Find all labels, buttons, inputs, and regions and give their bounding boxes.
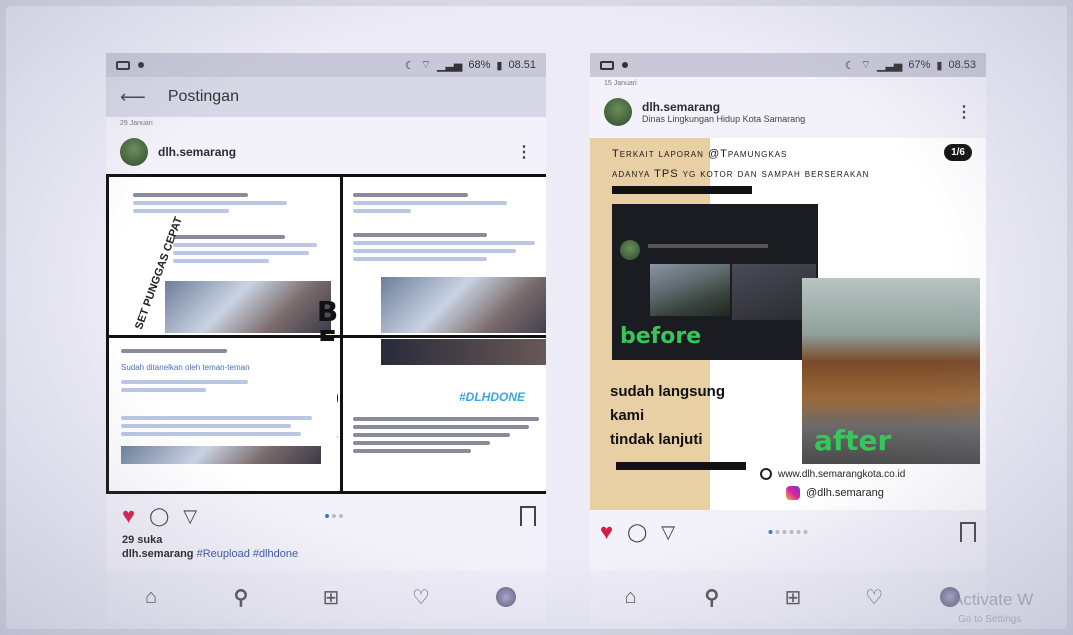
black-bar: [616, 462, 746, 470]
post-username[interactable]: dlh.semarang: [642, 100, 805, 114]
wifi-icon: ⌔: [420, 59, 431, 71]
tweet-card: [349, 185, 546, 229]
post-username[interactable]: dlh.semarang: [158, 145, 236, 159]
status-time: 08.53: [948, 59, 976, 71]
battery-icon: ▮: [936, 59, 943, 72]
tweet-card: Sudah ditanelkan oleh teman-teman: [117, 341, 337, 491]
post-date: 15 Januari: [604, 80, 637, 87]
profile-avatar[interactable]: [496, 587, 516, 607]
globe-icon: [760, 468, 772, 480]
activity-heart-icon[interactable]: ♡: [859, 585, 889, 610]
post-image[interactable]: SET PUNGGAS CEPAT BEFORE Sudah ditanelka…: [106, 174, 546, 494]
comment-icon[interactable]: ◯: [149, 507, 169, 525]
activity-heart-icon[interactable]: ♡: [406, 585, 436, 610]
comment-icon[interactable]: ◯: [627, 523, 647, 541]
add-post-icon[interactable]: ⊞: [778, 585, 808, 610]
phone-screen-right: ☾ ⌔ ▁▃▅ 67% ▮ 08.53 15 Januari dlh.semar…: [590, 53, 986, 623]
more-options-icon[interactable]: ⋮: [516, 142, 532, 162]
share-icon[interactable]: ▽: [661, 523, 675, 541]
moon-icon: ☾: [844, 59, 855, 72]
notification-icon: [600, 60, 614, 70]
share-icon[interactable]: ▽: [183, 507, 197, 525]
windows-activation-subtext: Go to Settings: [958, 614, 1022, 625]
carousel-indicator: [325, 514, 343, 518]
status-bar: ☾ ⌔ ▁▃▅ 68% ▮ 08.51: [106, 53, 546, 77]
post-user-subtitle: Dinas Lingkungan Hidup Kota Samarang: [642, 114, 806, 124]
hashtag-label: #DLHDONE: [459, 390, 526, 404]
search-icon[interactable]: ⚲: [226, 585, 256, 610]
heart-icon[interactable]: ♥: [600, 521, 613, 543]
side-label: SET PUNGGAS CEPAT: [133, 215, 185, 332]
photo-thumbnail: [165, 281, 331, 333]
battery-icon: ▮: [496, 59, 503, 72]
after-label: after: [814, 424, 892, 457]
black-bar: [612, 186, 752, 194]
photo-thumbnail: [381, 277, 546, 333]
bookmark-icon[interactable]: [960, 522, 976, 542]
post-header: dlh.semarang ⋮: [106, 130, 546, 174]
app-bar: ⟵ Postingan: [106, 77, 546, 117]
battery-percent: 67%: [908, 59, 931, 71]
headline-text: sudah langsung kami tindak lanjuti: [610, 383, 726, 448]
photo-thumbnail: [381, 339, 546, 365]
tweet-card: [169, 227, 337, 287]
avatar[interactable]: [604, 98, 632, 126]
phone-screen-left: ☾ ⌔ ▁▃▅ 68% ▮ 08.51 ⟵ Postingan 29 Janua…: [106, 53, 546, 623]
likes-count[interactable]: 29 suka: [122, 530, 546, 546]
page-title: Postingan: [167, 88, 239, 105]
tweet-text: Sudah ditanelkan oleh teman-teman: [121, 363, 250, 372]
status-bar: ☾ ⌔ ▁▃▅ 67% ▮ 08.53: [590, 53, 986, 77]
page-badge: 1/6: [944, 144, 972, 161]
battery-percent: 68%: [468, 59, 491, 71]
add-post-icon[interactable]: ⊞: [316, 585, 346, 610]
notification-icon: [116, 60, 130, 70]
location-icon: [622, 62, 628, 68]
search-icon[interactable]: ⚲: [697, 585, 727, 610]
instagram-icon: [786, 486, 800, 500]
post-image[interactable]: Terkait laporan @Tpamungkas adanya TPS y…: [590, 138, 986, 510]
tweet-card: [349, 409, 546, 491]
post-date: 29 Januari: [120, 120, 153, 127]
location-icon: [138, 62, 144, 68]
post-image-title: Terkait laporan @Tpamungkas adanya TPS y…: [612, 148, 870, 180]
more-options-icon[interactable]: ⋮: [956, 102, 972, 122]
bookmark-icon[interactable]: [520, 506, 536, 526]
instagram-line: @dlh.semarang: [786, 486, 884, 500]
bottom-nav: ⌂ ⚲ ⊞ ♡: [590, 571, 986, 623]
back-arrow-icon[interactable]: ⟵: [120, 88, 146, 106]
moon-icon: ☾: [404, 59, 415, 72]
status-time: 08.51: [508, 59, 536, 71]
signal-icon: ▁▃▅: [436, 59, 463, 72]
heart-icon[interactable]: ♥: [122, 505, 135, 527]
post-header: dlh.semarang Dinas Lingkungan Hidup Kota…: [590, 90, 986, 134]
bottom-nav: ⌂ ⚲ ⊞ ♡: [106, 571, 546, 623]
post-caption: dlh.semarang #Reupload #dlhdone: [122, 548, 299, 560]
carousel-indicator: [768, 530, 808, 534]
wifi-icon: ⌔: [860, 59, 871, 71]
post-actions: ♥ ◯ ▽: [590, 510, 986, 546]
website-line: www.dlh.semarangkota.co.id: [760, 468, 905, 480]
tweet-card: [349, 225, 546, 281]
avatar[interactable]: [120, 138, 148, 166]
home-icon[interactable]: ⌂: [136, 586, 166, 609]
home-icon[interactable]: ⌂: [616, 586, 646, 609]
before-photo: [650, 264, 730, 316]
windows-activation-watermark: Activate W: [952, 590, 1034, 609]
signal-icon: ▁▃▅: [876, 59, 903, 72]
post-actions: ♥ ◯ ▽: [122, 494, 546, 530]
before-label: before: [620, 324, 702, 349]
